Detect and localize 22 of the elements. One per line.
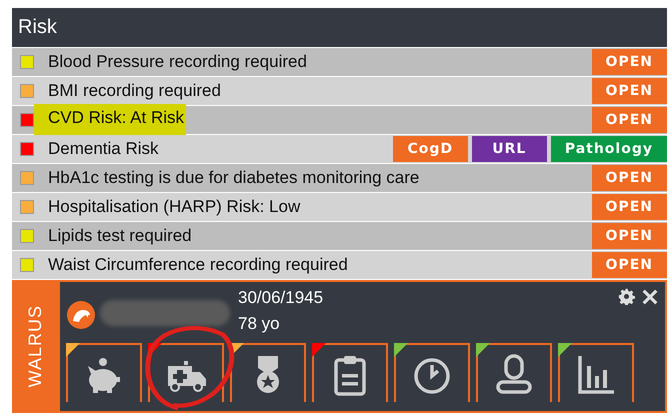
panel-title: Risk	[18, 16, 57, 39]
action-button[interactable]: OPEN	[592, 223, 667, 249]
risk-label: Waist Circumference recording required	[48, 254, 348, 276]
action-button[interactable]: OPEN	[592, 165, 667, 191]
action-button[interactable]: OPEN	[592, 194, 667, 220]
birth-date: 30/06/1945	[238, 288, 324, 308]
action-button[interactable]: OPEN	[592, 107, 667, 133]
action-button[interactable]: URL	[472, 136, 547, 162]
action-button[interactable]: CogD	[392, 136, 468, 162]
risk-label: HbA1c testing is due for diabetes monitoring care	[48, 167, 420, 189]
action-button[interactable]: OPEN	[592, 252, 667, 278]
risk-label: CVD Risk: At Risk	[34, 104, 186, 136]
risk-label: Dementia Risk	[48, 138, 159, 160]
risk-label: Lipids test required	[48, 225, 192, 247]
risk-label: Hospitalisation (HARP) Risk: Low	[48, 196, 300, 218]
action-button[interactable]: Pathology	[550, 136, 667, 162]
action-button[interactable]: OPEN	[592, 49, 667, 75]
action-button[interactable]: OPEN	[592, 78, 667, 104]
brand-label: WALRUS	[24, 305, 46, 388]
risk-label: BMI recording required	[48, 80, 221, 102]
risk-label: Blood Pressure recording required	[48, 51, 307, 73]
patient-age: 78 yo	[238, 314, 281, 334]
